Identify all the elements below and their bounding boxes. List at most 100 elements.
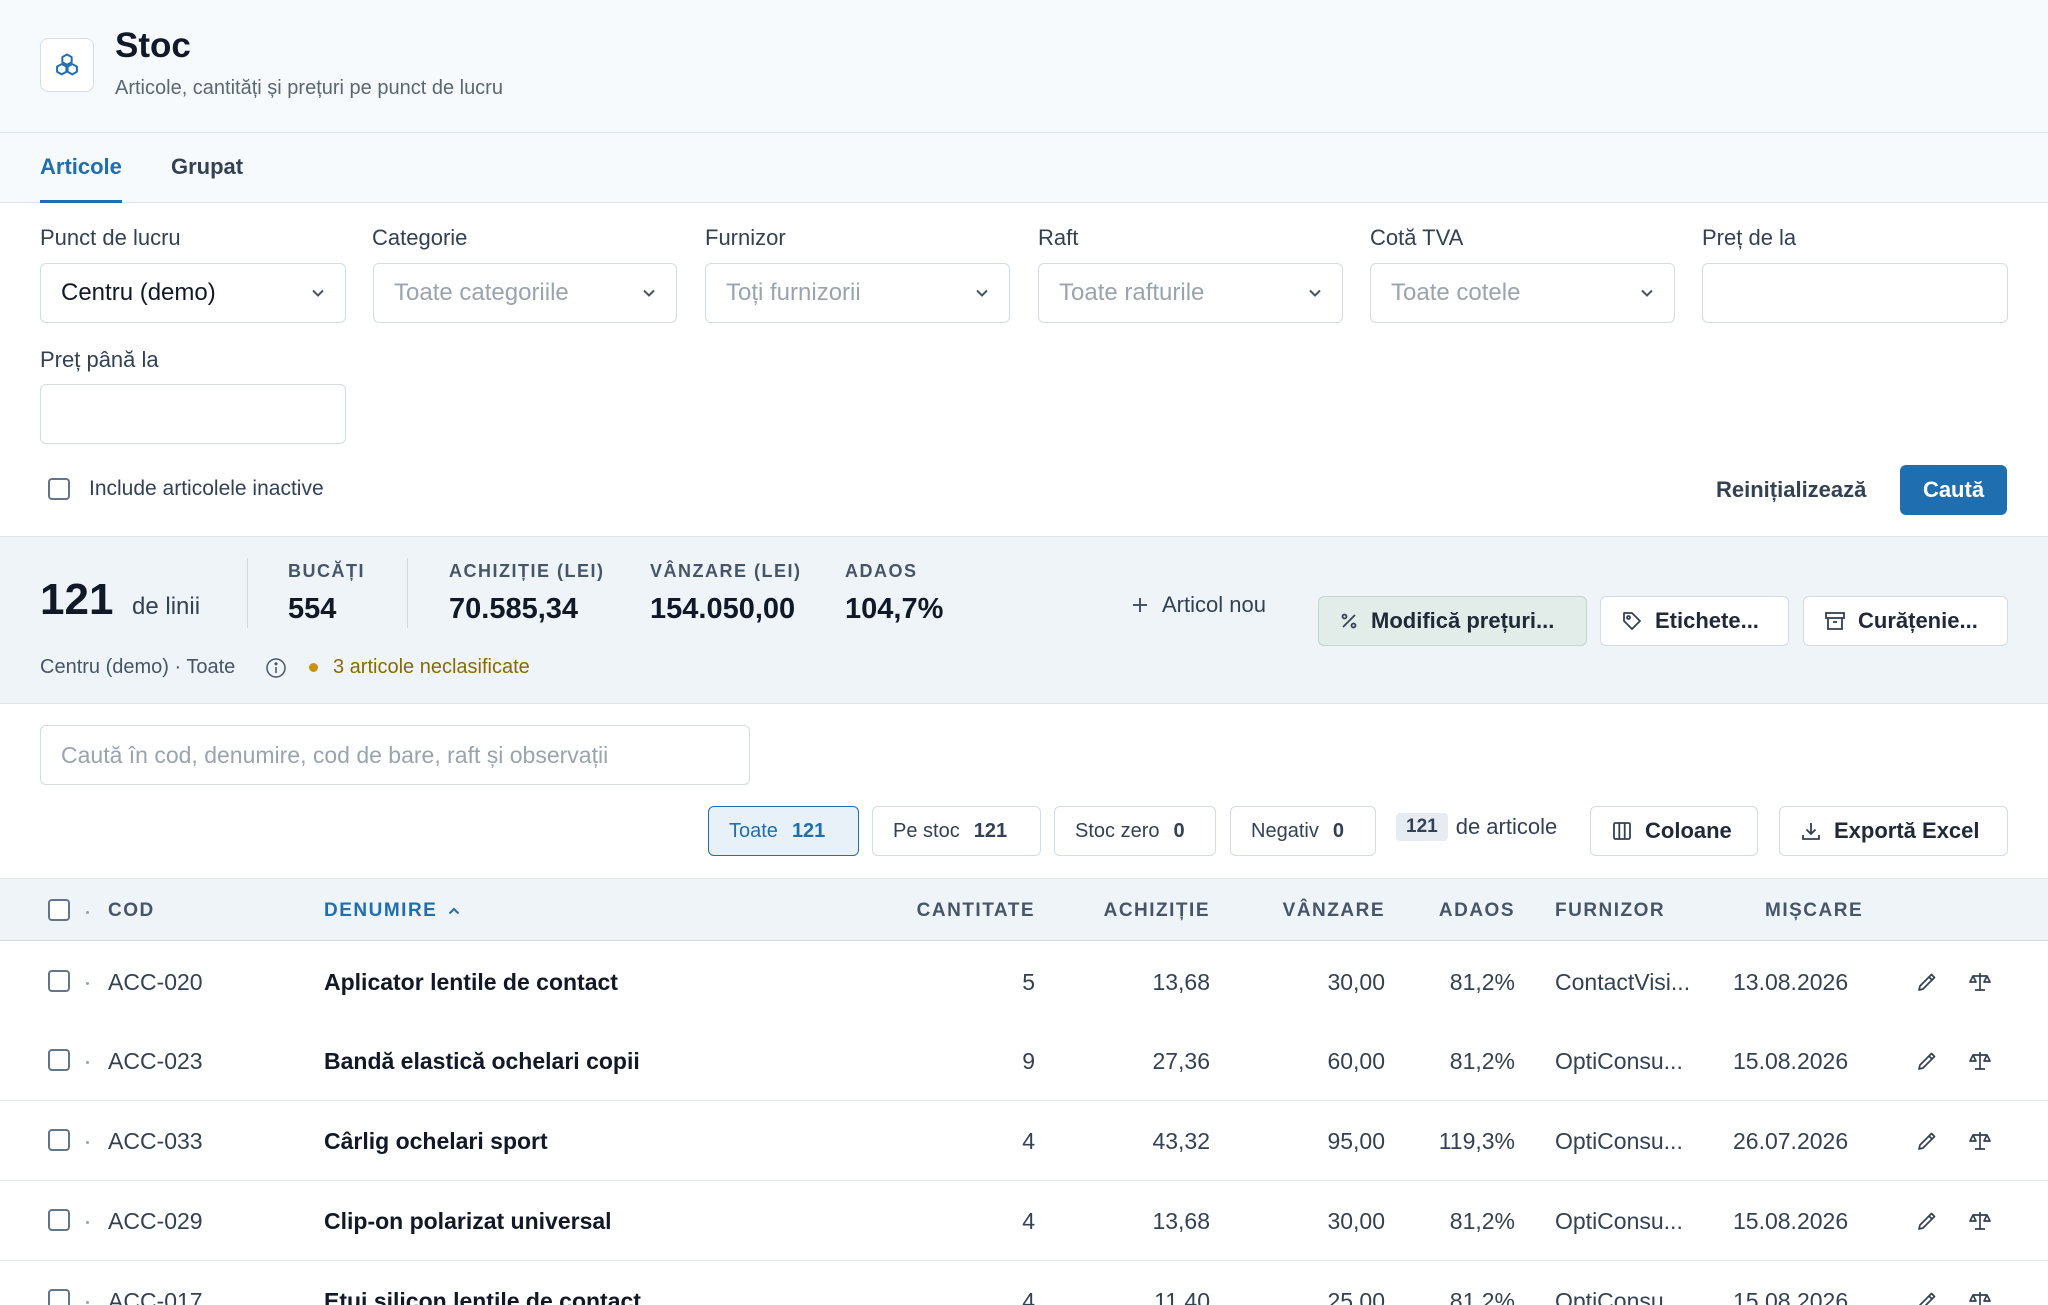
cell-achizitie: 13,68 [1152,969,1210,995]
chevron-down-icon [1309,289,1321,297]
percent-icon [1341,613,1357,629]
row-checkbox[interactable] [48,970,70,992]
header-cantitate[interactable]: CANTITATE [895,879,1035,942]
row-checkbox[interactable] [48,1209,70,1231]
table-row[interactable]: ACC-020 Aplicator lentile de contact 5 13,6… [0,942,2048,1022]
plus-icon [1133,598,1147,612]
archive-icon [1825,612,1845,630]
new-article-button[interactable]: Articol nou [1130,592,1266,618]
cell-cantitate: 9 [1022,1048,1035,1074]
header-vanzare[interactable]: VÂNZARE [1245,879,1385,942]
cell-vanzare: 60,00 [1327,1048,1385,1074]
table-header: COD DENUMIRE CANTITATE ACHIZIȚIE VÂNZARE… [0,878,2048,941]
drag-handle [86,982,89,985]
cell-denumire[interactable]: Cârlig ochelari sport [324,1101,548,1181]
columns-button[interactable]: Coloane [1590,806,1758,856]
chevron-down-icon [643,289,655,297]
cleanup-button[interactable]: Curățenie... [1803,596,2008,646]
edit-icon[interactable] [1915,1049,1939,1073]
drag-handle [86,1221,89,1224]
cell-miscare: 15.08.2026 [1733,1208,1849,1234]
cell-cod: ACC-020 [108,969,203,995]
cell-miscare: 13.08.2026 [1733,969,1849,995]
tva-select[interactable]: Toate cotele [1370,263,1675,323]
raft-label: Raft [1038,225,1079,250]
info-icon[interactable] [265,657,287,679]
cell-adaos: 81,2% [1449,969,1515,995]
drag-handle [86,1141,89,1144]
table-row[interactable]: ACC-023 Bandă elastică ochelari copii 9 27,… [0,1021,2048,1101]
raft-select[interactable]: Toate rafturile [1038,263,1343,323]
table-row[interactable]: ACC-029 Clip-on polarizat universal 4 13,68… [0,1181,2048,1261]
unclassified-warning[interactable]: 3 articole neclasificate [333,656,530,679]
header-miscare[interactable]: MIȘCARE [1765,879,1863,942]
cell-furnizor: OptiConsu... [1555,1208,1683,1234]
cell-adaos: 81,2% [1449,1208,1515,1234]
tab-articole[interactable]: Articole [40,133,122,203]
reset-button[interactable]: Reinițializează [1716,477,1866,503]
row-checkbox[interactable] [48,1129,70,1151]
filter-chip-toate[interactable]: Toate 121 [708,806,859,856]
scale-icon[interactable] [1968,970,1992,994]
cell-achizitie: 13,68 [1152,1208,1210,1234]
row-checkbox[interactable] [48,1289,70,1305]
cell-adaos: 81,2% [1449,1288,1515,1305]
row-checkbox[interactable] [48,1049,70,1071]
cell-denumire[interactable]: Etui silicon lentile de contact [324,1261,641,1305]
table-search-input[interactable]: Caută în cod, denumire, cod de bare, raf… [40,725,750,785]
cell-cantitate: 4 [1022,1208,1035,1234]
table-row[interactable]: ACC-017 Etui silicon lentile de contact 4 1… [0,1261,2048,1305]
tag-icon [1623,612,1641,630]
sort-asc-icon [449,907,460,914]
cell-vanzare: 25,00 [1327,1288,1385,1305]
filter-chip-pe-stoc[interactable]: Pe stoc 121 [872,806,1041,856]
labels-button[interactable]: Etichete... [1600,596,1789,646]
edit-icon[interactable] [1915,1129,1939,1153]
punct-select[interactable]: Centru (demo) [40,263,346,323]
scale-icon[interactable] [1968,1289,1992,1305]
columns-icon [1613,822,1631,840]
header-denumire[interactable]: DENUMIRE [324,879,461,942]
cell-furnizor: OptiConsu... [1555,1288,1683,1305]
pret-de-la-input[interactable] [1702,263,2008,323]
categorie-select[interactable]: Toate categoriile [373,263,677,323]
edit-icon[interactable] [1915,1289,1939,1305]
modify-prices-button[interactable]: Modifică prețuri... [1318,596,1587,646]
tab-grupat[interactable]: Grupat [171,133,243,203]
search-button[interactable]: Caută [1900,465,2007,515]
scale-icon[interactable] [1968,1129,1992,1153]
chevron-down-icon [976,289,988,297]
export-excel-button[interactable]: Exportă Excel [1779,806,2008,856]
chevron-down-icon [312,289,324,297]
summary-panel: 121 de linii BUCĂȚI 554 ACHIZIȚIE (LEI) … [0,536,2048,704]
header-cod[interactable]: COD [108,879,155,942]
cell-cod: ACC-017 [108,1288,203,1305]
pret-pana-input[interactable] [40,384,346,444]
cell-miscare: 15.08.2026 [1733,1288,1849,1305]
cell-vanzare: 30,00 [1327,1208,1385,1234]
cell-miscare: 26.07.2026 [1733,1128,1849,1154]
include-inactive-checkbox[interactable] [48,478,70,500]
scale-icon[interactable] [1968,1209,1992,1233]
header-furnizor[interactable]: FURNIZOR [1555,879,1665,942]
filter-chip-stoc-zero[interactable]: Stoc zero 0 [1054,806,1216,856]
cell-denumire[interactable]: Aplicator lentile de contact [324,942,618,1022]
stat-label-bucati: BUCĂȚI [288,561,365,581]
scale-icon[interactable] [1968,1049,1992,1073]
edit-icon[interactable] [1915,1209,1939,1233]
context-label: Centru (demo) · Toate [40,656,236,678]
cell-furnizor: OptiConsu... [1555,1128,1683,1154]
cell-achizitie: 27,36 [1152,1048,1210,1074]
edit-icon[interactable] [1915,970,1939,994]
pret-de-la-label: Preț de la [1702,225,1797,250]
furnizor-select[interactable]: Toți furnizorii [705,263,1010,323]
select-all-checkbox[interactable] [48,899,70,921]
stat-label-vanzare: VÂNZARE (LEI) [650,561,802,581]
header-adaos[interactable]: ADAOS [1425,879,1515,942]
table-row[interactable]: ACC-033 Cârlig ochelari sport 4 43,32 95,00 1… [0,1101,2048,1181]
furnizor-label: Furnizor [705,225,786,250]
cell-denumire[interactable]: Clip-on polarizat universal [324,1181,612,1261]
header-achizitie[interactable]: ACHIZIȚIE [1070,879,1210,942]
cell-denumire[interactable]: Bandă elastică ochelari copii [324,1021,640,1101]
filter-chip-negativ[interactable]: Negativ 0 [1230,806,1376,856]
